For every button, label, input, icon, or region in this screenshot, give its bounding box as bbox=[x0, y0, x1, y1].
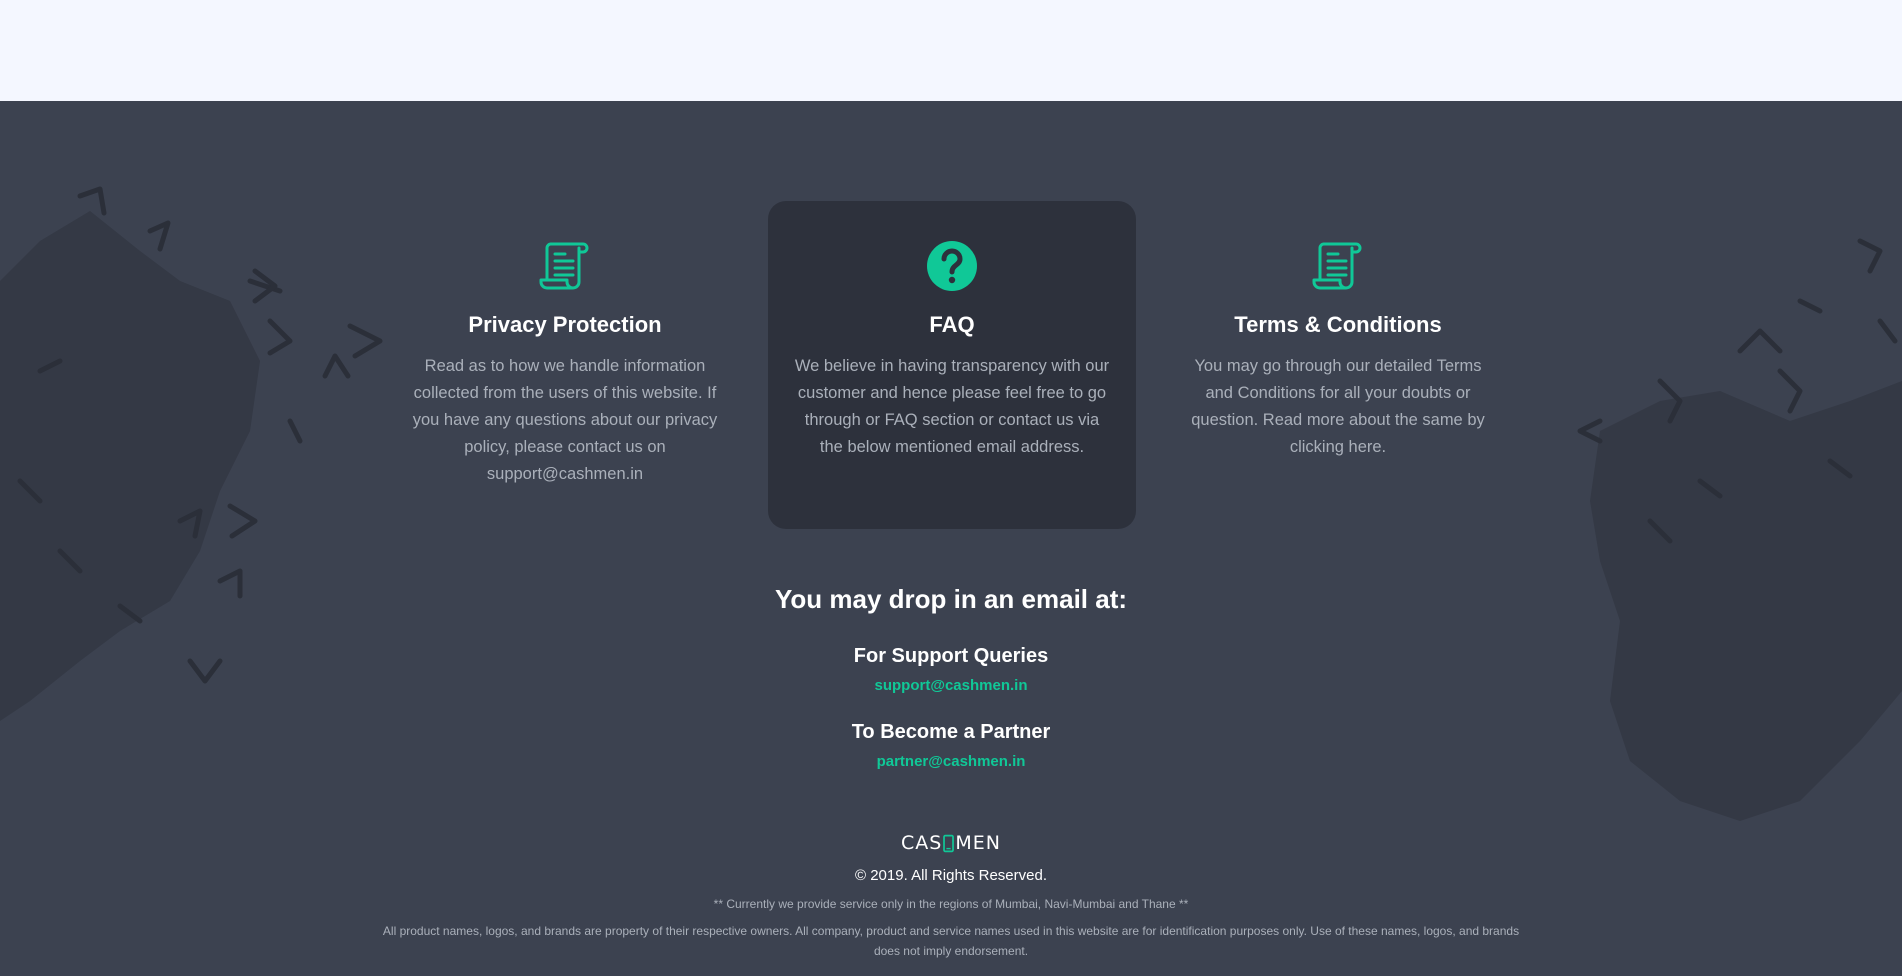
card-text: You may go through our detailed Terms an… bbox=[1191, 357, 1485, 456]
card-faq[interactable]: FAQ We believe in having transparency wi… bbox=[768, 201, 1136, 529]
partner-label: To Become a Partner bbox=[851, 721, 1051, 743]
card-title: Privacy Protection bbox=[468, 312, 662, 337]
partner-email-link[interactable]: partner@cashmen.in bbox=[0, 753, 1902, 770]
disclaimer: All product names, logos, and brands are… bbox=[382, 924, 1520, 958]
support-label: For Support Queries bbox=[853, 645, 1049, 667]
card-text: Read as to how we handle information col… bbox=[412, 357, 718, 483]
card-title: FAQ bbox=[929, 312, 975, 337]
question-circle-icon bbox=[927, 241, 977, 291]
phone-logo-icon bbox=[943, 834, 955, 852]
copyright: © 2019. All Rights Reserved. bbox=[855, 867, 1047, 884]
contact-heading: You may drop in an email at: bbox=[774, 584, 1128, 614]
support-email-link[interactable]: support@cashmen.in bbox=[0, 677, 1902, 694]
logo-text-left: CAS bbox=[901, 832, 943, 854]
scroll-document-icon bbox=[539, 242, 589, 290]
logo-text-right: MEN bbox=[955, 832, 1001, 854]
region-note: ** Currently we provide service only in … bbox=[713, 897, 1189, 911]
site-footer: Privacy Protection Read as to how we han… bbox=[0, 101, 1902, 976]
card-title: Terms & Conditions bbox=[1234, 312, 1442, 337]
card-terms-conditions[interactable]: Terms & Conditions You may go through ou… bbox=[1154, 201, 1522, 529]
card-text: We believe in having transparency with o… bbox=[794, 357, 1110, 456]
scroll-document-icon bbox=[1312, 242, 1362, 290]
cashmen-logo[interactable]: CAS MEN bbox=[901, 831, 1001, 855]
info-cards: Privacy Protection Read as to how we han… bbox=[0, 201, 1902, 531]
card-privacy-protection[interactable]: Privacy Protection Read as to how we han… bbox=[381, 201, 749, 529]
top-band bbox=[0, 0, 1902, 101]
